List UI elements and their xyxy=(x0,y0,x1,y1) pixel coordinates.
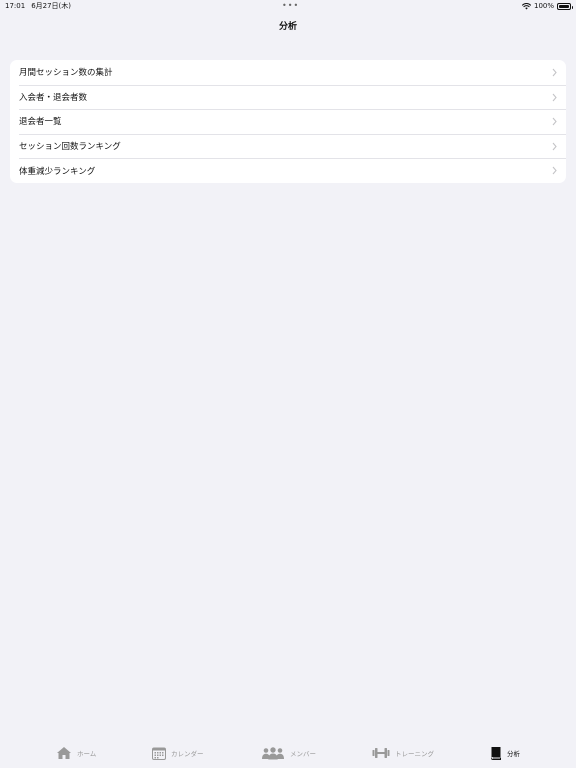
tab-home[interactable]: ホーム xyxy=(56,738,96,768)
menu-item-weight-loss-ranking[interactable]: 体重減少ランキング xyxy=(10,158,566,183)
dumbbell-icon xyxy=(372,748,390,758)
chevron-right-icon xyxy=(552,167,557,175)
menu-item-label: 退会者一覧 xyxy=(19,117,62,128)
battery-icon xyxy=(557,2,573,10)
menu-item-join-leave-count[interactable]: 入会者・退会者数 xyxy=(10,84,566,110)
chevron-right-icon xyxy=(552,93,557,101)
chevron-right-icon xyxy=(552,142,557,151)
menu-item-label: セッション回数ランキング xyxy=(19,142,121,153)
menu-item-label: 入会者・退会者数 xyxy=(19,92,88,103)
tab-members[interactable]: メンバー xyxy=(261,738,316,768)
home-icon xyxy=(57,747,71,759)
status-time: 17:01 xyxy=(5,2,26,10)
multitasking-dots[interactable]: ••• xyxy=(282,0,299,12)
analysis-menu-list: 月間セッション数の集計 入会者・退会者数 退会者一覧 セッション回数ランキング … xyxy=(10,60,566,183)
menu-item-label: 月間セッション数の集計 xyxy=(19,68,113,79)
chevron-right-icon xyxy=(552,68,557,77)
menu-item-left-members-list[interactable]: 退会者一覧 xyxy=(10,109,566,134)
tab-label: トレーニング xyxy=(395,750,434,758)
tab-calendar[interactable]: カレンダー xyxy=(152,738,204,768)
menu-item-session-ranking[interactable]: セッション回数ランキング xyxy=(10,133,566,159)
tab-label: カレンダー xyxy=(171,750,204,758)
tab-training[interactable]: トレーニング xyxy=(372,738,434,768)
tab-bar: ホーム カレンダー メンバー トレーニング 分析 xyxy=(0,738,576,768)
chevron-right-icon xyxy=(552,117,557,126)
wifi-icon xyxy=(521,2,531,9)
calendar-icon xyxy=(152,747,166,760)
tab-label: メンバー xyxy=(290,750,316,758)
page-title: 分析 xyxy=(278,22,297,32)
tab-label: ホーム xyxy=(77,750,97,758)
tab-label: 分析 xyxy=(507,750,520,758)
status-right: 100% xyxy=(521,0,573,12)
members-icon xyxy=(262,746,284,759)
status-date: 6月27日(木) xyxy=(31,2,72,10)
tab-analysis[interactable]: 分析 xyxy=(490,738,520,768)
status-bar: 17:01 6月27日(木) ••• 100% xyxy=(0,0,576,12)
menu-item-monthly-sessions[interactable]: 月間セッション数の集計 xyxy=(10,60,566,85)
menu-item-label: 体重減少ランキング xyxy=(19,166,96,177)
battery-percent: 100% xyxy=(533,2,554,10)
status-left: 17:01 6月27日(木) xyxy=(5,0,77,12)
book-icon xyxy=(491,747,501,760)
